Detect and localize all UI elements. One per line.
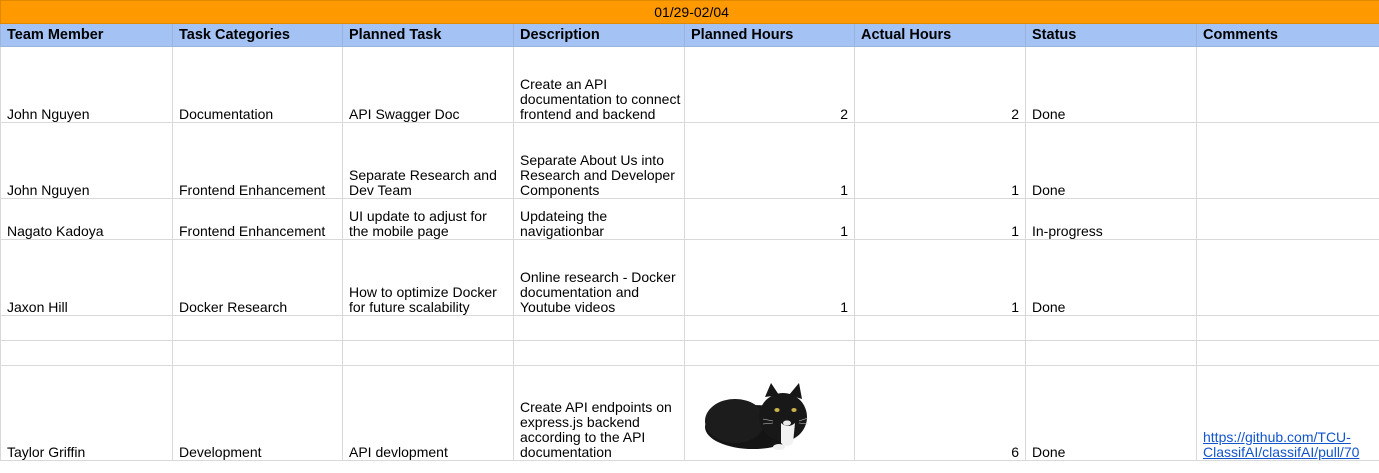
table-row: Jaxon Hill Docker Research How to optimi… — [0, 239, 1379, 316]
cell-status[interactable] — [1025, 340, 1197, 366]
table-row: Nagato Kadoya Frontend Enhancement UI up… — [0, 198, 1379, 240]
cell-category[interactable] — [172, 315, 343, 341]
cell-task[interactable]: API devlopment — [342, 365, 514, 461]
cell-task[interactable]: Separate Research and Dev Team — [342, 122, 514, 199]
cell-member[interactable]: Nagato Kadoya — [0, 198, 173, 240]
cell-comments[interactable] — [1195, 198, 1379, 240]
cell-actual-hours[interactable]: 1 — [854, 198, 1026, 240]
cell-status[interactable] — [1025, 315, 1197, 341]
cell-member[interactable]: John Nguyen — [0, 122, 173, 199]
header-description[interactable]: Description — [513, 23, 685, 47]
cell-comments[interactable] — [1195, 340, 1379, 366]
cell-actual-hours[interactable]: 2 — [854, 46, 1026, 123]
cell-category[interactable]: Documentation — [172, 46, 343, 123]
cell-task[interactable]: API Swagger Doc — [342, 46, 514, 123]
cell-description[interactable]: Create API endpoints on express.js backe… — [513, 365, 685, 461]
cell-actual-hours[interactable] — [854, 315, 1026, 341]
cell-actual-hours[interactable]: 1 — [854, 122, 1026, 199]
cell-task[interactable] — [342, 315, 514, 341]
cell-member[interactable]: John Nguyen — [0, 46, 173, 123]
pull-request-link[interactable]: https://github.com/TCU-ClassifAI/classif… — [1203, 429, 1359, 460]
cell-category[interactable]: Development — [172, 365, 343, 461]
cell-status[interactable]: Done — [1025, 46, 1197, 123]
table-row: John Nguyen Documentation API Swagger Do… — [0, 46, 1379, 123]
header-task-categories[interactable]: Task Categories — [172, 23, 343, 47]
cell-category[interactable]: Frontend Enhancement — [172, 122, 343, 199]
week-banner-row: 01/29-02/04 — [0, 0, 1379, 24]
table-row: John Nguyen Frontend Enhancement Separat… — [0, 122, 1379, 199]
header-team-member[interactable]: Team Member — [0, 23, 173, 47]
cell-planned-hours[interactable]: 1 — [684, 198, 855, 240]
cell-member[interactable] — [0, 315, 173, 341]
header-row: Team Member Task Categories Planned Task… — [0, 23, 1379, 47]
header-status[interactable]: Status — [1025, 23, 1197, 47]
cell-task[interactable]: UI update to adjust for the mobile page — [342, 198, 514, 240]
cell-description[interactable]: Create an API documentation to connect f… — [513, 46, 685, 123]
cell-category[interactable]: Docker Research — [172, 239, 343, 316]
table-row: Taylor Griffin Development API devlopmen… — [0, 365, 1379, 461]
cell-actual-hours[interactable]: 1 — [854, 239, 1026, 316]
cell-planned-hours[interactable] — [684, 315, 855, 341]
cell-member[interactable]: Taylor Griffin — [0, 365, 173, 461]
cell-comments[interactable] — [1195, 46, 1379, 123]
cell-description[interactable]: Updateing the navigationbar — [513, 198, 685, 240]
cell-comments[interactable]: https://github.com/TCU-ClassifAI/classif… — [1195, 365, 1379, 461]
cell-status[interactable]: Done — [1025, 122, 1197, 199]
cell-comments[interactable] — [1195, 239, 1379, 316]
cell-description[interactable]: Online research - Docker documentation a… — [513, 239, 685, 316]
cell-planned-hours[interactable] — [684, 340, 855, 366]
header-planned-hours[interactable]: Planned Hours — [684, 23, 855, 47]
cell-planned-hours[interactable]: 1 — [684, 239, 855, 316]
cell-description[interactable]: Separate About Us into Research and Deve… — [513, 122, 685, 199]
header-planned-task[interactable]: Planned Task — [342, 23, 514, 47]
cell-task[interactable]: How to optimize Docker for future scalab… — [342, 239, 514, 316]
task-table: 01/29-02/04 Team Member Task Categories … — [0, 0, 1379, 461]
cell-planned-hours[interactable]: 1 — [684, 122, 855, 199]
cell-task[interactable] — [342, 340, 514, 366]
cat-image[interactable] — [701, 377, 809, 451]
cell-actual-hours[interactable]: 6 — [854, 365, 1026, 461]
cell-status[interactable]: Done — [1025, 365, 1197, 461]
cell-planned-hours[interactable]: 2 — [684, 46, 855, 123]
week-range[interactable]: 01/29-02/04 — [0, 0, 1379, 24]
cell-member[interactable]: Jaxon Hill — [0, 239, 173, 316]
cell-comments[interactable] — [1195, 122, 1379, 199]
table-row — [0, 340, 1379, 366]
cell-comments[interactable] — [1195, 315, 1379, 341]
cell-actual-hours[interactable] — [854, 340, 1026, 366]
header-comments[interactable]: Comments — [1195, 23, 1379, 47]
cell-status[interactable]: Done — [1025, 239, 1197, 316]
cell-member[interactable] — [0, 340, 173, 366]
header-actual-hours[interactable]: Actual Hours — [854, 23, 1026, 47]
cell-status[interactable]: In-progress — [1025, 198, 1197, 240]
spreadsheet: 01/29-02/04 Team Member Task Categories … — [0, 0, 1379, 473]
cell-category[interactable] — [172, 340, 343, 366]
table-row — [0, 315, 1379, 341]
cell-description[interactable] — [513, 340, 685, 366]
cell-description[interactable] — [513, 315, 685, 341]
cell-category[interactable]: Frontend Enhancement — [172, 198, 343, 240]
